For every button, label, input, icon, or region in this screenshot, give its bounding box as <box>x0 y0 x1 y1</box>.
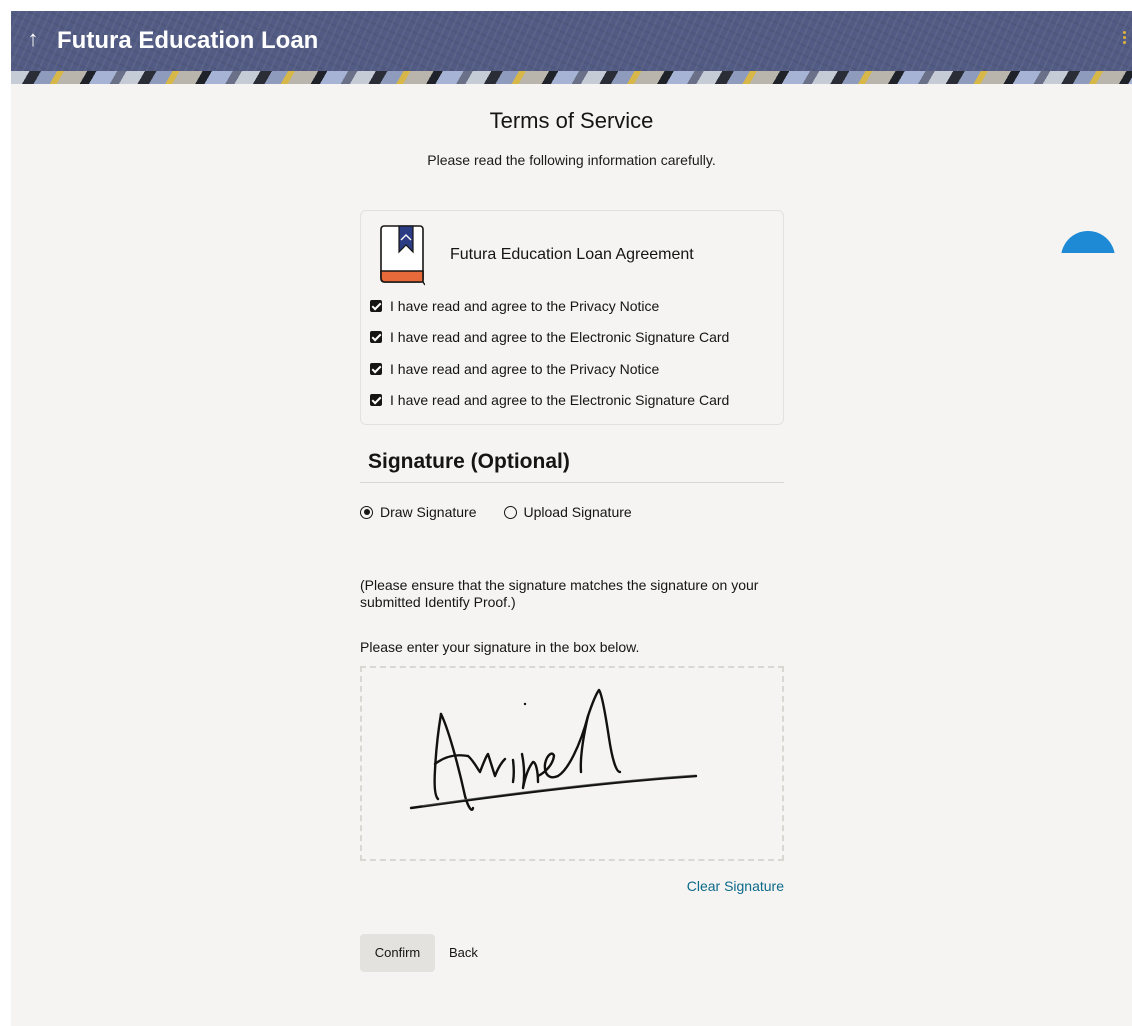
app-title: Futura Education Loan <box>57 27 319 54</box>
agree-privacy-notice[interactable]: I have read and agree to the Privacy Not… <box>370 296 659 316</box>
confirm-button[interactable]: Confirm <box>360 934 435 972</box>
agreement-card: Futura Education Loan Agreement I have r… <box>360 210 784 425</box>
divider <box>360 482 784 483</box>
agree-label: I have read and agree to the Privacy Not… <box>390 361 660 377</box>
upload-signature-option[interactable]: Upload Signature <box>503 503 632 521</box>
checkbox-checked-icon[interactable] <box>370 300 382 312</box>
radio-unselected-icon[interactable] <box>503 505 517 519</box>
back-button[interactable]: Back <box>449 934 478 972</box>
agree-label: I have read and agree to the Privacy Not… <box>390 298 660 314</box>
header-pattern-band <box>11 71 1132 84</box>
floating-action-button[interactable] <box>1061 231 1115 253</box>
signature-stroke-drawing <box>409 688 698 811</box>
kebab-menu-icon[interactable] <box>1122 31 1128 47</box>
radio-label: Upload Signature <box>523 504 632 520</box>
checkbox-checked-icon[interactable] <box>370 363 382 375</box>
radio-label: Draw Signature <box>380 504 477 520</box>
agree-label: I have read and agree to the Electronic … <box>390 392 730 408</box>
page-subtitle: Please read the following information ca… <box>427 152 716 168</box>
agree-electronic-signature-card[interactable]: I have read and agree to the Electronic … <box>370 390 729 410</box>
agree-electronic-signature-card[interactable]: I have read and agree to the Electronic … <box>370 327 729 347</box>
app-header: ↑ Futura Education Loan <box>11 11 1132 84</box>
arrow-up-icon[interactable]: ↑ <box>19 25 47 53</box>
book-icon <box>380 225 425 286</box>
signature-mode-radio-group: Draw Signature Upload Signature <box>360 503 659 521</box>
agreement-title: Futura Education Loan Agreement <box>450 246 694 263</box>
signature-pad[interactable] <box>360 666 784 861</box>
signature-prompt: Please enter your signature in the box b… <box>360 639 640 655</box>
signature-heading: Signature (Optional) <box>368 450 570 473</box>
radio-selected-icon[interactable] <box>360 505 373 519</box>
page-title: Terms of Service <box>489 108 654 133</box>
clear-signature-link[interactable]: Clear Signature <box>687 877 784 895</box>
agree-privacy-notice[interactable]: I have read and agree to the Privacy Not… <box>370 359 659 379</box>
draw-signature-option[interactable]: Draw Signature <box>360 503 477 521</box>
checkbox-checked-icon[interactable] <box>370 394 382 406</box>
checkbox-checked-icon[interactable] <box>370 331 382 343</box>
signature-note: (Please ensure that the signature matche… <box>360 577 759 610</box>
agree-label: I have read and agree to the Electronic … <box>390 329 730 345</box>
app-frame: ↑ Futura Education Loan Terms of Service… <box>11 11 1132 1026</box>
